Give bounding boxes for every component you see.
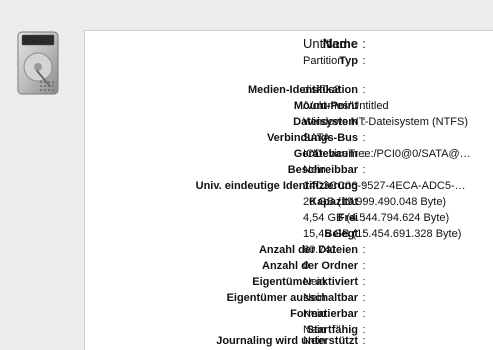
info-value: 4,54 GB (4.544.794.624 Byte) xyxy=(303,212,450,224)
sidebar xyxy=(0,0,84,350)
info-value: 14C3CC06-9527-4ECA-ADC5-… xyxy=(303,180,466,192)
info-row: Kapazität : 20 GB (19.999.490.048 Byte) xyxy=(85,194,493,210)
info-value: Nein xyxy=(303,276,326,288)
info-row-type: Typ : Partition xyxy=(85,53,493,69)
hard-drive-icon xyxy=(17,31,59,95)
info-row: Formatierbar : Nein xyxy=(85,306,493,322)
info-row: Belegt : 15,45 GB (15.454.691.328 Byte) xyxy=(85,226,493,242)
info-value: 20 GB (19.999.490.048 Byte) xyxy=(303,196,447,208)
info-row: Eigentümer aktiviert : Nein xyxy=(85,274,493,290)
info-value: SATA xyxy=(303,132,331,144)
info-value: Nein xyxy=(303,308,326,320)
info-value: Partition xyxy=(303,55,344,67)
info-row: Eigentümer ausschaltbar : Nein xyxy=(85,290,493,306)
info-row-name: Name : Untitled xyxy=(85,35,493,53)
info-row: Dateisystem : Windows NT-Dateisystem (NT… xyxy=(85,114,493,130)
info-value: 60.741 xyxy=(303,244,337,256)
info-panel: Name : Untitled Typ : Partition Medien-I… xyxy=(84,30,493,350)
info-row: Medien-Identifikation : disk0s3 xyxy=(85,82,493,98)
info-row: Univ. eindeutige Identifizierung : 14C3C… xyxy=(85,178,493,194)
info-value: /Volumes/Untitled xyxy=(303,100,389,112)
info-row: Journaling wird unterstützt : Nein xyxy=(85,333,493,349)
info-value: 15,45 GB (15.454.691.328 Byte) xyxy=(303,228,462,240)
info-value: Nein xyxy=(303,292,326,304)
info-value: Windows NT-Dateisystem (NTFS) xyxy=(303,116,469,128)
info-row: Anzahl der Dateien : 60.741 xyxy=(85,242,493,258)
info-row: Verbindungs-Bus : SATA xyxy=(85,130,493,146)
info-value: 0 xyxy=(303,260,310,272)
info-row: Mount-Point : /Volumes/Untitled xyxy=(85,98,493,114)
info-row: Gerätebaum : IODeviceTree:/PCI0@0/SATA@… xyxy=(85,146,493,162)
info-value: Untitled xyxy=(303,36,348,51)
info-value: IODeviceTree:/PCI0@0/SATA@… xyxy=(303,148,471,160)
info-value: Nein xyxy=(303,164,326,176)
info-row: Beschreibbar : Nein xyxy=(85,162,493,178)
info-value: disk0s3 xyxy=(303,84,341,96)
info-row: Anzahl der Ordner : 0 xyxy=(85,258,493,274)
info-row: Frei : 4,54 GB (4.544.794.624 Byte) xyxy=(85,210,493,226)
info-value: Nein xyxy=(303,335,326,347)
